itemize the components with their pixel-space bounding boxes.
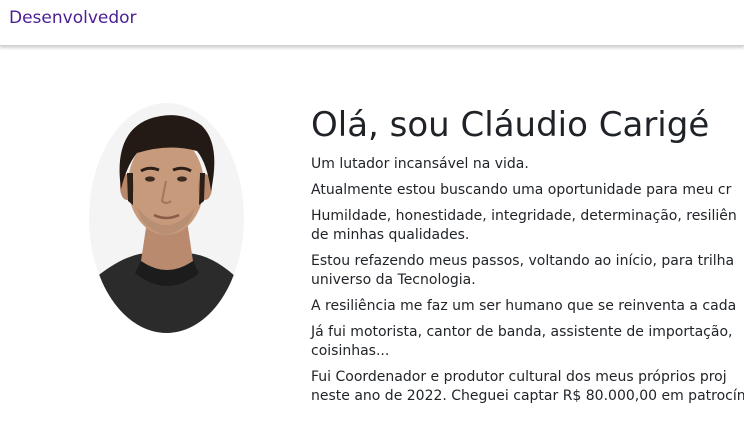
intro-paragraph: Humildade, honestidade, integridade, det… xyxy=(311,207,744,245)
paragraph-line: Atualmente estou buscando uma oportunida… xyxy=(311,182,732,198)
intro-paragraph: Estou refazendo meus passos, voltando ao… xyxy=(311,252,744,290)
paragraph-line: Já fui motorista, cantor de banda, assis… xyxy=(311,324,733,340)
main-content: Olá, sou Cláudio Carigé Um lutador incan… xyxy=(0,47,744,423)
intro-section: Olá, sou Cláudio Carigé Um lutador incan… xyxy=(311,105,744,413)
navbar-brand-link[interactable]: Desenvolvedor xyxy=(9,8,137,28)
intro-paragraphs: Um lutador incansável na vida. Atualmente… xyxy=(311,155,744,406)
portrait-image xyxy=(89,103,244,333)
paragraph-line: A resiliência me faz um ser humano que s… xyxy=(311,298,737,314)
profile-photo xyxy=(89,103,244,333)
paragraph-line: Estou refazendo meus passos, voltando ao… xyxy=(311,253,735,269)
paragraph-line: de minhas qualidades. xyxy=(311,227,470,243)
intro-paragraph: Um lutador incansável na vida. xyxy=(311,155,744,174)
page-title: Olá, sou Cláudio Carigé xyxy=(311,105,710,145)
paragraph-line: Um lutador incansável na vida. xyxy=(311,156,529,172)
paragraph-line: Humildade, honestidade, integridade, det… xyxy=(311,208,737,224)
paragraph-line: neste ano de 2022. Cheguei captar R$ 80.… xyxy=(311,388,744,404)
paragraph-line: Fui Coordenador e produtor cultural dos … xyxy=(311,369,727,385)
paragraph-line: coisinhas... xyxy=(311,343,390,359)
intro-paragraph: A resiliência me faz um ser humano que s… xyxy=(311,297,744,316)
intro-paragraph: Já fui motorista, cantor de banda, assis… xyxy=(311,323,744,361)
paragraph-line: universo da Tecnologia. xyxy=(311,272,476,288)
intro-paragraph: Fui Coordenador e produtor cultural dos … xyxy=(311,368,744,406)
intro-paragraph: Atualmente estou buscando uma oportunida… xyxy=(311,181,744,200)
navbar: Desenvolvedor xyxy=(0,0,744,46)
